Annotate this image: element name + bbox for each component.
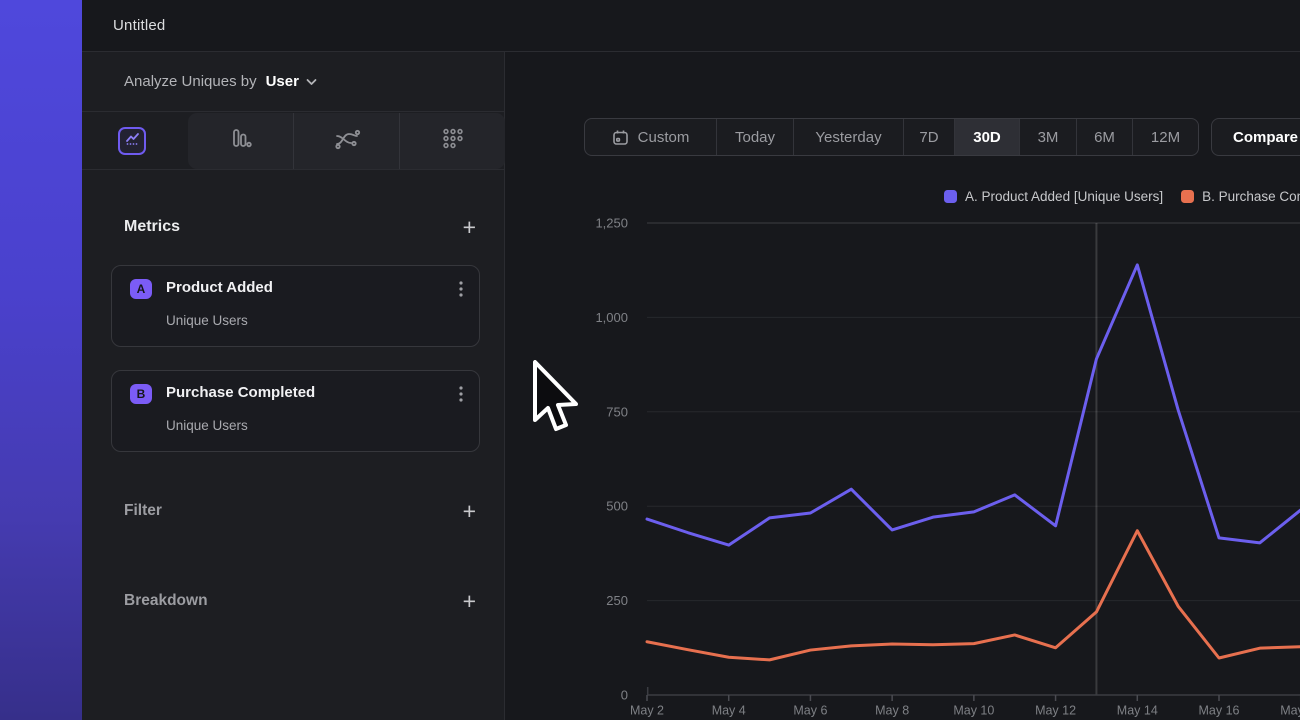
tab-retention[interactable] xyxy=(399,113,505,169)
svg-text:May 10: May 10 xyxy=(953,704,994,718)
line-chart-icon xyxy=(124,130,141,152)
metric-letter-badge: B xyxy=(130,384,152,404)
legend-item-series-b[interactable]: B. Purchase Completed [Unique Users] xyxy=(1181,189,1300,204)
analyze-entity-dropdown[interactable]: User xyxy=(266,73,299,90)
range-label: 7D xyxy=(919,129,938,146)
svg-text:250: 250 xyxy=(606,593,628,608)
svg-text:1,000: 1,000 xyxy=(595,310,628,325)
svg-text:May 8: May 8 xyxy=(875,704,909,718)
svg-text:1,250: 1,250 xyxy=(595,216,628,231)
filter-section-header: Filter + xyxy=(82,495,504,527)
add-breakdown-button[interactable]: + xyxy=(463,591,476,611)
breakdown-section-header: Breakdown + xyxy=(82,585,504,617)
compare-label: Compare xyxy=(1233,129,1298,146)
range-6m-button[interactable]: 6M xyxy=(1076,119,1132,155)
svg-text:May 14: May 14 xyxy=(1117,704,1158,718)
metric-card-purchase-completed[interactable]: B Purchase Completed Unique Users xyxy=(111,370,480,452)
date-range-segmented-control: Custom Today Yesterday 7D 30D 3M 6M 12M xyxy=(584,118,1199,156)
grid-dots-icon xyxy=(441,127,465,156)
svg-text:May 12: May 12 xyxy=(1035,704,1076,718)
metrics-heading: Metrics xyxy=(124,218,180,236)
calendar-icon xyxy=(612,129,629,146)
metric-event-name[interactable]: Purchase Completed xyxy=(166,384,315,401)
range-yesterday-button[interactable]: Yesterday xyxy=(793,119,903,155)
svg-text:May 6: May 6 xyxy=(793,704,827,718)
range-label: Custom xyxy=(638,129,690,146)
tab-insights[interactable] xyxy=(118,127,146,155)
metrics-section-header: Metrics + xyxy=(82,211,504,243)
metric-card-product-added[interactable]: A Product Added Unique Users xyxy=(111,265,480,347)
svg-text:May 18: May 18 xyxy=(1280,704,1300,718)
range-7d-button[interactable]: 7D xyxy=(903,119,954,155)
range-label: 30D xyxy=(973,129,1001,146)
query-sidebar: Analyze Uniques by User xyxy=(82,52,505,720)
tab-funnels[interactable] xyxy=(188,113,293,169)
legend-swatch-purple xyxy=(944,190,957,203)
range-label: 3M xyxy=(1038,129,1059,146)
range-label: Yesterday xyxy=(815,129,881,146)
legend-item-series-a[interactable]: A. Product Added [Unique Users] xyxy=(944,189,1163,204)
metric-letter-badge: A xyxy=(130,279,152,299)
legend-label: A. Product Added [Unique Users] xyxy=(965,189,1163,204)
report-title[interactable]: Untitled xyxy=(113,17,165,34)
range-label: 6M xyxy=(1094,129,1115,146)
analyze-row: Analyze Uniques by User xyxy=(82,52,504,112)
chevron-down-icon[interactable] xyxy=(306,78,317,86)
filter-heading: Filter xyxy=(124,502,162,520)
report-type-tabs xyxy=(82,112,504,170)
range-custom-button[interactable]: Custom xyxy=(585,119,716,155)
range-12m-button[interactable]: 12M xyxy=(1132,119,1198,155)
svg-text:0: 0 xyxy=(621,688,628,703)
breakdown-heading: Breakdown xyxy=(124,592,208,610)
chart-legend: A. Product Added [Unique Users] B. Purch… xyxy=(944,189,1300,204)
legend-label: B. Purchase Completed [Unique Users] xyxy=(1202,189,1300,204)
kebab-menu-icon[interactable] xyxy=(459,386,463,407)
top-bar: Untitled xyxy=(82,0,1300,52)
range-3m-button[interactable]: 3M xyxy=(1019,119,1076,155)
analyze-label: Analyze Uniques by xyxy=(124,73,257,90)
range-30d-button[interactable]: 30D xyxy=(954,119,1019,155)
compare-button[interactable]: Compare xyxy=(1211,118,1300,156)
flows-icon xyxy=(333,127,361,156)
svg-text:500: 500 xyxy=(606,499,628,514)
bar-chart-icon xyxy=(228,126,254,157)
range-label: Today xyxy=(735,129,775,146)
app-window: { "window": { "title": "Untitled" }, "si… xyxy=(0,0,1300,720)
metric-event-name[interactable]: Product Added xyxy=(166,279,273,296)
tab-flows[interactable] xyxy=(293,113,399,169)
metric-measurement[interactable]: Unique Users xyxy=(166,313,248,328)
add-filter-button[interactable]: + xyxy=(463,501,476,521)
svg-text:May 4: May 4 xyxy=(712,704,746,718)
range-label: 12M xyxy=(1151,129,1180,146)
legend-swatch-orange xyxy=(1181,190,1194,203)
range-today-button[interactable]: Today xyxy=(716,119,793,155)
metric-measurement[interactable]: Unique Users xyxy=(166,418,248,433)
kebab-menu-icon[interactable] xyxy=(459,281,463,302)
svg-text:750: 750 xyxy=(606,404,628,419)
add-metric-button[interactable]: + xyxy=(463,217,476,237)
report-type-tab-group xyxy=(188,113,505,169)
svg-text:May 16: May 16 xyxy=(1199,704,1240,718)
svg-text:May 2: May 2 xyxy=(630,704,664,718)
